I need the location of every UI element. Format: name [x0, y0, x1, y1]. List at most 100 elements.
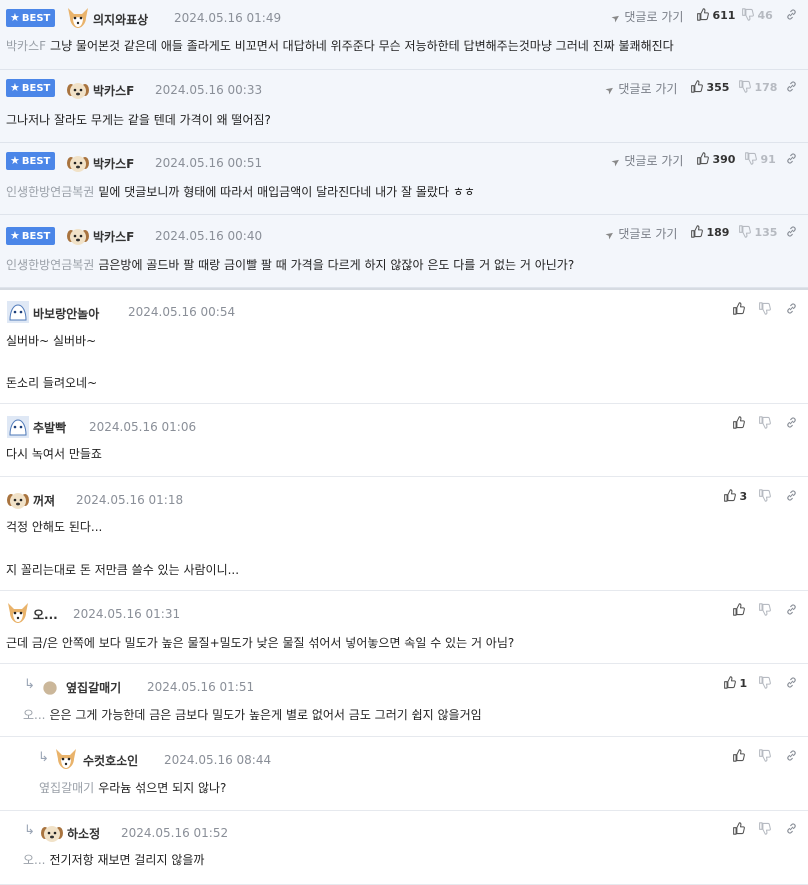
- thumb-up-icon: [732, 416, 745, 429]
- reply-link[interactable]: ➤ 댓글로 가기: [604, 225, 678, 242]
- thumb-up-icon: [732, 302, 745, 315]
- puppy-avatar-icon: [40, 821, 64, 845]
- comment-nick[interactable]: 수컷호소인: [83, 752, 138, 769]
- share-link-button[interactable]: [785, 489, 798, 503]
- thumb-down-icon: [744, 152, 757, 165]
- comment-time: 2024.05.16 00:40: [155, 229, 263, 243]
- downvote-button[interactable]: 46: [741, 8, 773, 22]
- reply-link[interactable]: ➤ 댓글로 가기: [610, 8, 684, 25]
- share-link-button[interactable]: [785, 749, 798, 763]
- upvote-button[interactable]: [732, 603, 745, 617]
- share-link-icon: [785, 603, 798, 616]
- share-link-button[interactable]: [785, 225, 798, 239]
- downvote-button[interactable]: 135: [738, 225, 777, 239]
- share-link-icon: [785, 749, 798, 762]
- upvote-button[interactable]: 1: [723, 676, 747, 690]
- upvote-button[interactable]: 355: [690, 80, 729, 94]
- comment-time: 2024.05.16 01:06: [89, 420, 197, 434]
- share-link-button[interactable]: [785, 8, 798, 22]
- best-badge: ★ BEST: [6, 152, 55, 170]
- thumb-down-icon: [758, 676, 771, 689]
- upvote-button[interactable]: 611: [696, 8, 735, 22]
- puppy-avatar-icon: [6, 488, 30, 512]
- star-icon: ★: [10, 11, 20, 24]
- reply-indent-icon: ↳: [38, 750, 49, 765]
- comment-nick[interactable]: 하소정: [67, 825, 100, 842]
- upvote-button[interactable]: [732, 302, 745, 316]
- share-link-button[interactable]: [785, 822, 798, 836]
- upvote-button[interactable]: [732, 416, 745, 430]
- reply-target[interactable]: 오...: [23, 708, 45, 722]
- comment-time: 2024.05.16 01:51: [147, 680, 255, 694]
- downvote-button[interactable]: 91: [744, 152, 776, 166]
- comment-nick[interactable]: 꺼져: [33, 492, 55, 509]
- comment-nick[interactable]: 추발빡: [33, 419, 66, 436]
- reply-comment: ↳ 수컷호소인 2024.05.16 08:44 옆집갈매기 우라늄 섞으면 되지…: [0, 737, 808, 811]
- downvote-button[interactable]: [758, 749, 771, 763]
- share-link-icon: [785, 80, 798, 93]
- downvote-button[interactable]: [758, 489, 771, 503]
- dog-avatar-icon: [6, 601, 30, 625]
- reply-target[interactable]: 인생한방연금복권: [6, 258, 94, 272]
- thumb-down-icon: [758, 416, 771, 429]
- upvote-button[interactable]: [732, 749, 745, 763]
- thumb-up-icon: [696, 8, 709, 21]
- comment-body: 근데 금/은 안쪽에 보다 밀도가 높은 물질+밀도가 낮은 물질 섞어서 넣어…: [6, 636, 515, 650]
- reply-target[interactable]: 오...: [23, 853, 45, 867]
- downvote-button[interactable]: 178: [738, 80, 777, 94]
- comment-nick[interactable]: 박카스F: [93, 155, 134, 172]
- thumb-down-icon: [741, 8, 754, 21]
- share-link-button[interactable]: [785, 676, 798, 690]
- upvote-button[interactable]: 3: [723, 489, 747, 503]
- puppy-avatar-icon: [66, 151, 90, 175]
- reply-target[interactable]: 옆집갈매기: [39, 781, 94, 795]
- best-comment: ★ BEST 박카스F 2024.05.16 00:33 ➤ 댓글로 가기 355 …: [0, 70, 808, 143]
- share-link-button[interactable]: [785, 302, 798, 316]
- best-badge: ★ BEST: [6, 79, 55, 97]
- reply-target[interactable]: 박카스F: [6, 39, 46, 53]
- share-link-button[interactable]: [785, 416, 798, 430]
- star-icon: ★: [10, 154, 20, 167]
- comment-nick[interactable]: 옆집갈매기: [66, 679, 121, 696]
- reply-link[interactable]: ➤ 댓글로 가기: [603, 80, 678, 98]
- comment-nick[interactable]: 오...: [33, 606, 58, 623]
- comment-nick[interactable]: 의지와표상: [93, 11, 148, 28]
- comment-time: 2024.05.16 01:52: [121, 826, 229, 840]
- best-comment: ★ BEST 박카스F 2024.05.16 00:40 ➤ 댓글로 가기 189 …: [0, 215, 808, 288]
- share-link-icon: [785, 8, 798, 21]
- comment-body: 걱정 안해도 된다...: [6, 520, 103, 534]
- comment-nick[interactable]: 박카스F: [93, 82, 134, 99]
- comment-nick[interactable]: 바보랑안놀아: [33, 305, 99, 322]
- comment: 바보랑안놀아 2024.05.16 00:54 실버바~ 실버바~ 돈소리 들려…: [0, 290, 808, 404]
- avatar-icon: [6, 415, 30, 439]
- thumb-up-icon: [723, 489, 736, 502]
- comment-time: 2024.05.16 08:44: [164, 753, 272, 767]
- comment: 오... 2024.05.16 01:31 근데 금/은 안쪽에 보다 밀도가 …: [0, 591, 808, 664]
- comment-nick[interactable]: 박카스F: [93, 228, 134, 245]
- downvote-button[interactable]: [758, 603, 771, 617]
- thumb-up-icon: [732, 749, 745, 762]
- reply-arrow-icon: ➤: [603, 83, 617, 98]
- best-badge: ★ BEST: [6, 227, 55, 245]
- upvote-button[interactable]: 189: [690, 225, 729, 239]
- comment-body: 박카스F 그냥 물어본것 같은데 애들 졸라게도 비꼬면서 대답하네 위주준다 무…: [6, 39, 674, 53]
- downvote-button[interactable]: [758, 676, 771, 690]
- reply-link[interactable]: ➤ 댓글로 가기: [610, 152, 684, 169]
- share-link-button[interactable]: [785, 603, 798, 617]
- share-link-button[interactable]: [785, 152, 798, 166]
- downvote-button[interactable]: [758, 416, 771, 430]
- reply-target[interactable]: 인생한방연금복권: [6, 185, 94, 199]
- downvote-button[interactable]: [758, 822, 771, 836]
- comment-time: 2024.05.16 01:18: [76, 493, 184, 507]
- puppy-avatar-icon: [66, 78, 90, 102]
- upvote-button[interactable]: [732, 822, 745, 836]
- avatar-icon: [6, 300, 30, 324]
- thumb-up-icon: [732, 603, 745, 616]
- thumb-down-icon: [738, 80, 751, 93]
- best-comment: ★ BEST 의지와표상 2024.05.16 01:49 ➤ 댓글로 가기 611…: [0, 0, 808, 70]
- comment-body: 인생한방연금복권 밑에 댓글보니까 형태에 따라서 매입금액이 달라진다네 내가 …: [6, 185, 475, 199]
- upvote-button[interactable]: 390: [696, 152, 735, 166]
- downvote-button[interactable]: [758, 302, 771, 316]
- share-link-button[interactable]: [785, 80, 798, 94]
- share-link-icon: [785, 676, 798, 689]
